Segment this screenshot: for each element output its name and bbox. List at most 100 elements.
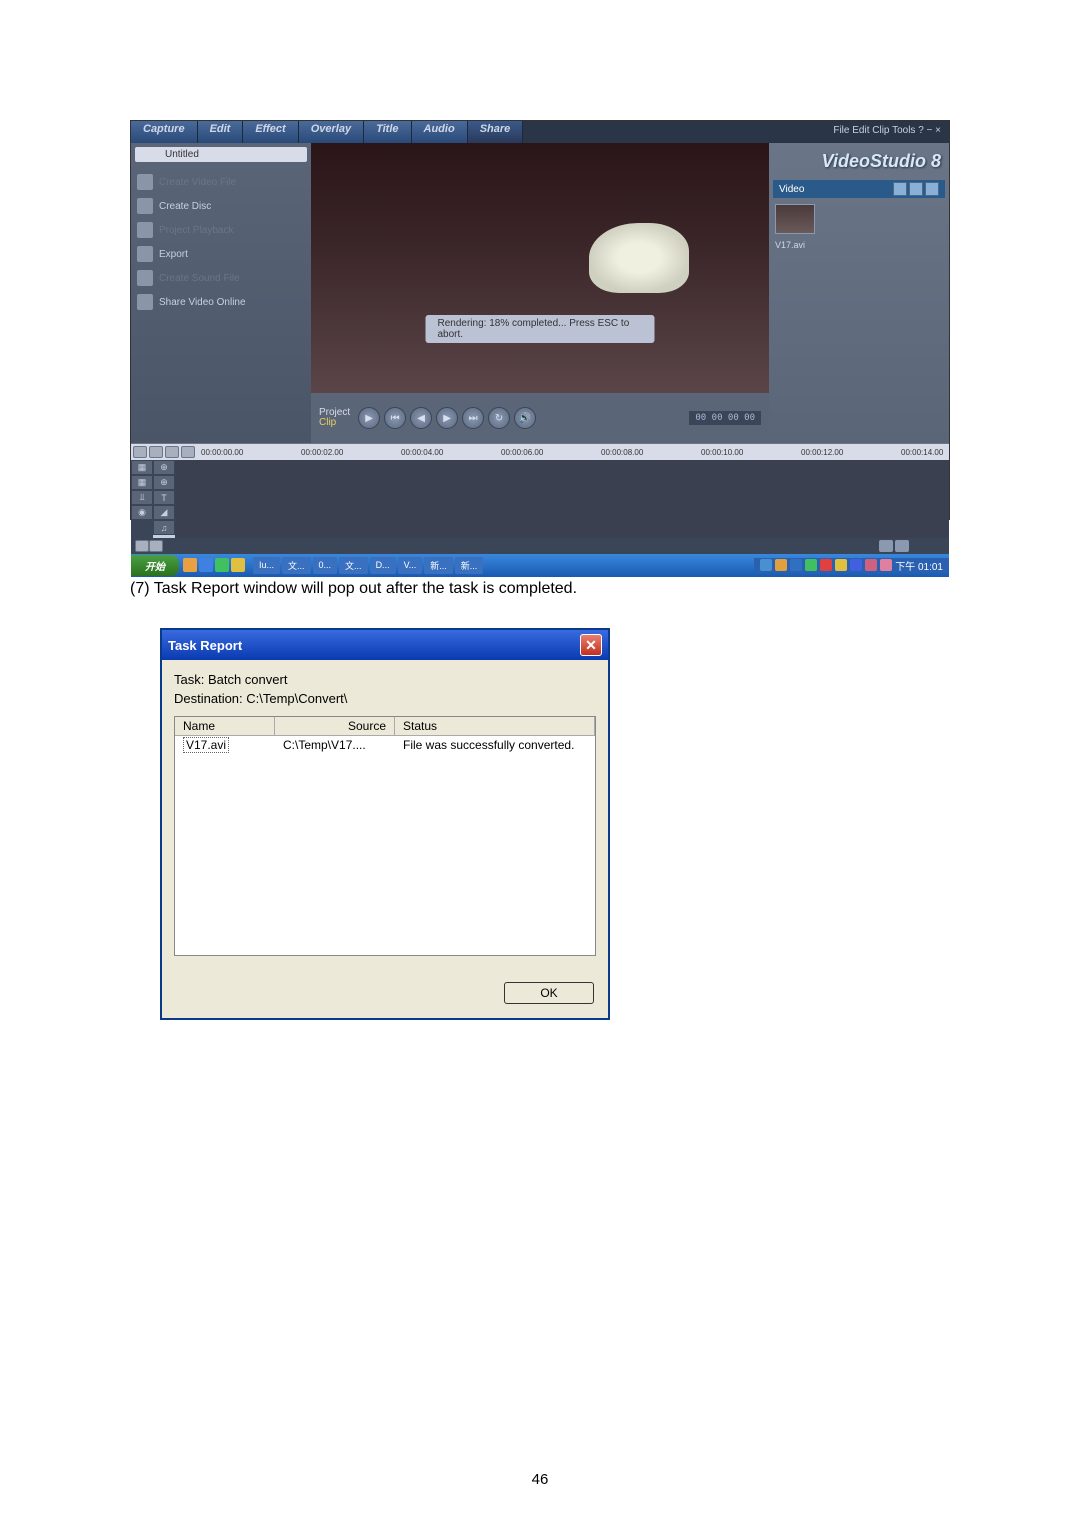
track-toggle[interactable]: ⊕ bbox=[153, 460, 175, 475]
menu-bar[interactable]: File Edit Clip Tools ? − × bbox=[825, 121, 949, 143]
header-name[interactable]: Name bbox=[175, 717, 275, 735]
tab-effect[interactable]: Effect bbox=[243, 121, 298, 143]
time-mark: 00:00:08.00 bbox=[601, 448, 643, 457]
next-button[interactable]: ▶ bbox=[436, 407, 458, 429]
start-button[interactable]: 开始 bbox=[131, 555, 179, 576]
track-toggle[interactable]: ◢ bbox=[153, 505, 175, 520]
online-icon bbox=[137, 294, 153, 310]
tab-overlay[interactable]: Overlay bbox=[299, 121, 364, 143]
disc-icon bbox=[137, 198, 153, 214]
nav-left-icon[interactable] bbox=[135, 540, 149, 552]
quicklaunch-icon[interactable] bbox=[231, 558, 245, 572]
duck-image bbox=[589, 223, 689, 293]
tab-edit[interactable]: Edit bbox=[198, 121, 244, 143]
vs-step-tabs: Capture Edit Effect Overlay Title Audio … bbox=[131, 121, 949, 143]
track-area[interactable] bbox=[175, 460, 949, 538]
taskbar-window[interactable]: 文... bbox=[282, 557, 311, 574]
prev-button[interactable]: ◀ bbox=[410, 407, 432, 429]
repeat-button[interactable]: ↻ bbox=[488, 407, 510, 429]
header-source[interactable]: Source bbox=[275, 717, 395, 735]
share-video-online[interactable]: Share Video Online bbox=[135, 290, 307, 314]
dropdown-icon[interactable] bbox=[893, 182, 907, 196]
timeline-ruler[interactable]: 00:00:00.00 00:00:02.00 00:00:04.00 00:0… bbox=[131, 444, 949, 460]
tool-icon[interactable] bbox=[879, 540, 893, 552]
tray-icon[interactable] bbox=[865, 559, 877, 571]
videostudio-window: Capture Edit Effect Overlay Title Audio … bbox=[130, 120, 950, 520]
load-icon[interactable] bbox=[909, 182, 923, 196]
clock: 下午 01:01 bbox=[895, 558, 943, 573]
task-report-titlebar: Task Report ✕ bbox=[162, 630, 608, 660]
tray-icon[interactable] bbox=[775, 559, 787, 571]
taskbar-window[interactable]: Iu... bbox=[253, 557, 280, 574]
thumbnail-label: V17.avi bbox=[773, 240, 945, 250]
tab-share[interactable]: Share bbox=[468, 121, 524, 143]
header-status[interactable]: Status bbox=[395, 717, 595, 735]
voice-track-icon[interactable]: ◉ bbox=[131, 505, 153, 520]
clip-thumbnail[interactable] bbox=[775, 204, 815, 234]
tray-icon[interactable] bbox=[850, 559, 862, 571]
zoom-out-icon[interactable] bbox=[165, 446, 179, 458]
tool-icon[interactable] bbox=[895, 540, 909, 552]
taskbar-windows: Iu... 文... 0... 文... D... V... 新... 新... bbox=[249, 557, 487, 574]
system-tray: 下午 01:01 bbox=[754, 558, 949, 573]
export[interactable]: Export bbox=[135, 242, 307, 266]
share-panel: Untitled Create Video File Create Disc P… bbox=[131, 143, 311, 443]
track-toggle[interactable]: T bbox=[153, 490, 175, 505]
quicklaunch-icon[interactable] bbox=[183, 558, 197, 572]
track-toggle[interactable]: ♫ bbox=[153, 520, 175, 535]
library-panel: VideoStudio 8 Video V17.avi bbox=[769, 143, 949, 443]
title-track-icon[interactable]: ⫫ bbox=[131, 490, 153, 505]
tab-audio[interactable]: Audio bbox=[412, 121, 468, 143]
video-file-icon bbox=[137, 174, 153, 190]
tab-capture[interactable]: Capture bbox=[131, 121, 198, 143]
nav-right-icon[interactable] bbox=[149, 540, 163, 552]
clip-label: Clip bbox=[319, 418, 350, 428]
timeline-tracks: ▦ ▦ ⫫ ◉ ⊕ ⊕ T ◢ ♫ bbox=[131, 460, 949, 538]
video-track-icon[interactable]: ▦ bbox=[131, 460, 153, 475]
create-disc[interactable]: Create Disc bbox=[135, 194, 307, 218]
tab-title[interactable]: Title bbox=[364, 121, 411, 143]
playback-controls: Project Clip ▶ ⏮ ◀ ▶ ⏭ ↻ 🔊 00 00 00 00 bbox=[311, 393, 769, 443]
tray-icon[interactable] bbox=[790, 559, 802, 571]
taskbar-window[interactable]: 文... bbox=[339, 557, 368, 574]
tray-icon[interactable] bbox=[805, 559, 817, 571]
task-name: Task: Batch convert bbox=[174, 672, 596, 687]
timeline-view-icon[interactable] bbox=[149, 446, 163, 458]
taskbar-window[interactable]: V... bbox=[398, 557, 423, 574]
tray-icon[interactable] bbox=[820, 559, 832, 571]
quicklaunch-icon[interactable] bbox=[215, 558, 229, 572]
tray-icon[interactable] bbox=[880, 559, 892, 571]
gallery-category[interactable]: Video bbox=[779, 184, 804, 195]
tray-icon[interactable] bbox=[760, 559, 772, 571]
project-playback: Project Playback bbox=[135, 218, 307, 242]
taskbar-window[interactable]: D... bbox=[370, 557, 396, 574]
taskbar-window[interactable]: 新... bbox=[455, 557, 484, 574]
ok-button[interactable]: OK bbox=[504, 982, 594, 1004]
track-toggle[interactable]: ⊕ bbox=[153, 475, 175, 490]
timeline-bottom bbox=[131, 538, 949, 554]
time-mark: 00:00:10.00 bbox=[701, 448, 743, 457]
zoom-in-icon[interactable] bbox=[181, 446, 195, 458]
taskbar-window[interactable]: 0... bbox=[313, 557, 338, 574]
sound-button[interactable]: 🔊 bbox=[514, 407, 536, 429]
track-type-icons: ▦ ▦ ⫫ ◉ bbox=[131, 460, 153, 538]
export-icon bbox=[137, 246, 153, 262]
play-button[interactable]: ▶ bbox=[358, 407, 380, 429]
table-header: Name Source Status bbox=[175, 717, 595, 736]
storyboard-view-icon[interactable] bbox=[133, 446, 147, 458]
page-number: 46 bbox=[532, 1471, 549, 1488]
time-mark: 00:00:06.00 bbox=[501, 448, 543, 457]
overlay-track-icon[interactable]: ▦ bbox=[131, 475, 153, 490]
timecode: 00 00 00 00 bbox=[689, 411, 761, 425]
folder-icon[interactable] bbox=[925, 182, 939, 196]
time-mark: 00:00:14.00 bbox=[901, 448, 943, 457]
taskbar-window[interactable]: 新... bbox=[424, 557, 453, 574]
results-table: Name Source Status V17.avi C:\Temp\V17..… bbox=[174, 716, 596, 956]
tray-icon[interactable] bbox=[835, 559, 847, 571]
cell-source: C:\Temp\V17.... bbox=[275, 736, 395, 754]
table-row[interactable]: V17.avi C:\Temp\V17.... File was success… bbox=[175, 736, 595, 754]
quicklaunch-icon[interactable] bbox=[199, 558, 213, 572]
close-button[interactable]: ✕ bbox=[580, 634, 602, 656]
home-button[interactable]: ⏮ bbox=[384, 407, 406, 429]
end-button[interactable]: ⏭ bbox=[462, 407, 484, 429]
